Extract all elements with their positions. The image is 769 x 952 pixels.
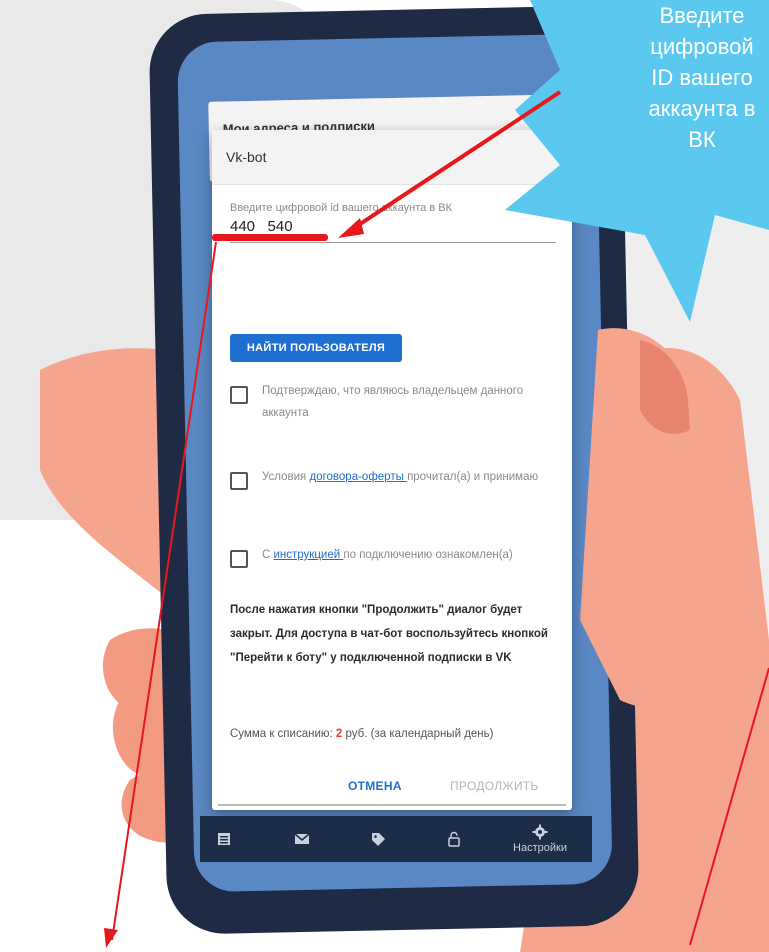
callout-line-5: ВК [688,127,716,152]
vk-id-input[interactable]: 440 ‍ ‍ ‍540 [230,218,293,235]
owner-confirm-checkbox[interactable] [230,386,248,404]
instruction-checkbox[interactable] [230,550,248,568]
dialog-title: Vk-bot [212,130,572,185]
vk-bot-dialog: Vk-bot Введите цифровой id вашего аккаун… [212,130,572,810]
vk-id-input-underline [230,242,556,243]
cancel-button[interactable]: ОТМЕНА [342,778,408,794]
instruction-text-before: С [262,549,274,561]
callout-line-3: ID вашего [651,65,753,90]
dialog-divider [218,804,566,806]
charge-suffix: руб. (за календарный день) [342,728,494,740]
dialog-actions: ОТМЕНА ПРОДОЛЖИТЬ [212,770,572,802]
tab-settings[interactable]: Настройки [510,816,570,862]
tab-list[interactable] [194,816,254,862]
offer-terms-label: Условия договора-оферты прочитал(а) и пр… [262,466,538,488]
tab-settings-label: Настройки [513,842,567,854]
list-icon [218,833,230,845]
instruction-link[interactable]: инструкцией [274,549,344,561]
owner-confirm-label: Подтверждаю, что являюсь владельцем данн… [262,385,524,419]
bottom-tab-bar: Настройки [200,816,592,862]
offer-terms-checkbox[interactable] [230,472,248,490]
instruction-text-after: по подключению ознакомлен(а) [343,549,513,561]
callout-line-4: аккаунта в [648,96,756,121]
callout-line-2: цифровой [650,34,754,59]
tag-icon [372,833,385,846]
lock-icon [448,831,460,847]
offer-contract-link[interactable]: договора-оферты [309,471,407,483]
owner-confirm-row: Подтверждаю, что являюсь владельцем данн… [230,380,556,424]
continue-button[interactable]: ПРОДОЛЖИТЬ [444,778,545,794]
instruction-label: С инструкцией по подключению ознакомлен(… [262,544,513,566]
instruction-row: С инструкцией по подключению ознакомлен(… [230,544,556,568]
gear-icon [532,824,548,840]
tab-lock[interactable] [424,816,484,862]
offer-terms-text-before: Условия [262,471,310,483]
callout-text: Введите цифровой ID вашего аккаунта в ВК [582,0,769,155]
tab-mail[interactable] [272,816,332,862]
find-user-button[interactable]: НАЙТИ ПОЛЬЗОВАТЕЛЯ [230,334,402,362]
charge-prefix: Сумма к списанию: [230,728,336,740]
vk-id-label: Введите цифровой id вашего аккаунта в ВК [230,202,452,214]
offer-terms-row: Условия договора-оферты прочитал(а) и пр… [230,466,556,490]
offer-terms-text-after: прочитал(а) и принимаю [407,471,539,483]
tab-tags[interactable] [348,816,408,862]
callout-line-1: Введите [659,3,745,28]
mail-icon [294,833,310,844]
info-text: После нажатия кнопки "Продолжить" диалог… [230,604,548,664]
charge-amount: Сумма к списанию: 2 руб. (за календарный… [230,728,493,740]
